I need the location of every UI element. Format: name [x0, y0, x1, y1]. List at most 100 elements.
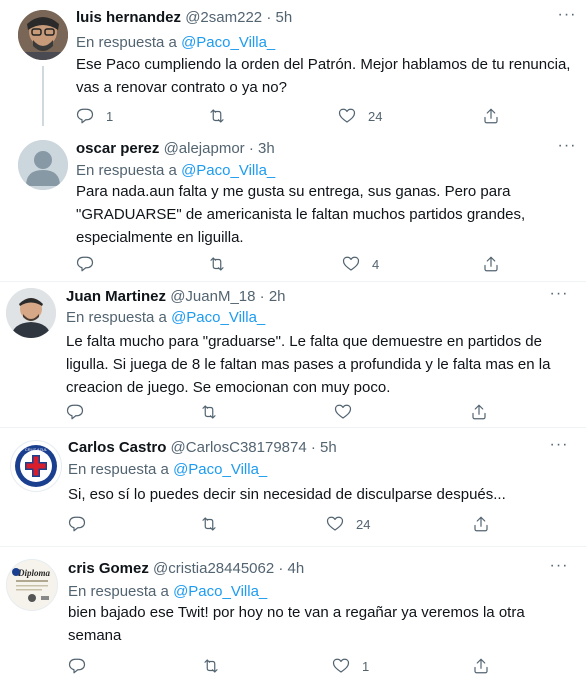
avatar[interactable]	[18, 140, 68, 190]
like-count: 24	[356, 516, 371, 532]
tweet-text: bien bajado ese Twit! por hoy no te van …	[68, 604, 525, 644]
share-icon	[474, 516, 488, 532]
tweet-header: Carlos Castro @CarlosC38179874 · 5h	[68, 438, 337, 458]
display-name[interactable]: cris Gomez	[68, 560, 149, 577]
reply-icon	[66, 404, 84, 420]
like-button[interactable]: 24	[326, 514, 370, 534]
retweet-button[interactable]	[208, 106, 238, 126]
more-icon[interactable]: ···	[557, 7, 577, 28]
thread-connector	[42, 66, 44, 126]
share-icon	[472, 404, 486, 420]
user-handle[interactable]: @alejapmor	[164, 140, 245, 157]
reply-mention-link[interactable]: @Paco_Villa_	[171, 309, 265, 326]
timestamp[interactable]: 5h	[275, 9, 292, 26]
avatar[interactable]	[18, 10, 68, 60]
reply-mention-link[interactable]: @Paco_Villa_	[181, 34, 275, 51]
reply-context: En respuesta a @Paco_Villa_	[68, 460, 267, 480]
reply-icon	[76, 108, 94, 124]
retweet-button[interactable]	[202, 656, 232, 676]
share-button[interactable]	[472, 514, 490, 534]
action-bar: 1	[68, 656, 498, 676]
share-button[interactable]	[482, 254, 500, 274]
display-name[interactable]: luis hernandez	[76, 9, 181, 26]
share-button[interactable]	[482, 106, 500, 126]
reply-button[interactable]	[66, 402, 96, 422]
separator-dot: ·	[259, 288, 265, 305]
action-bar: 4	[76, 254, 506, 274]
avatar[interactable]: Diploma	[6, 559, 58, 611]
retweet-button[interactable]	[200, 514, 230, 534]
reply-icon	[76, 256, 94, 272]
display-name[interactable]: Carlos Castro	[68, 439, 166, 456]
display-name[interactable]: oscar perez	[76, 140, 159, 157]
retweet-button[interactable]	[208, 254, 238, 274]
tweet-header: oscar perez @alejapmor · 3h	[76, 139, 275, 159]
user-handle[interactable]: @cristia28445062	[153, 560, 274, 577]
retweet-icon	[210, 257, 224, 271]
share-button[interactable]	[472, 656, 490, 676]
like-count: 1	[362, 658, 370, 674]
like-button[interactable]: 24	[338, 106, 382, 126]
reply-label: En respuesta a	[76, 34, 177, 51]
heart-icon	[342, 256, 360, 271]
reply-context: En respuesta a @Paco_Villa_	[68, 582, 267, 602]
heart-icon	[332, 658, 350, 673]
reply-mention-link[interactable]: @Paco_Villa_	[173, 461, 267, 478]
reply-label: En respuesta a	[68, 583, 169, 600]
share-button[interactable]	[470, 402, 488, 422]
more-icon[interactable]: ···	[549, 286, 569, 307]
action-bar: 1 24	[76, 106, 506, 126]
like-button[interactable]	[334, 402, 364, 422]
avatar-photo	[6, 288, 56, 338]
separator-dot: ·	[278, 560, 284, 577]
heart-icon	[338, 108, 356, 123]
reply-count: 1	[106, 108, 114, 124]
like-button[interactable]: 4	[342, 254, 379, 274]
reply-mention-link[interactable]: @Paco_Villa_	[173, 583, 267, 600]
reply-context: En respuesta a @Paco_Villa_	[66, 308, 265, 328]
like-count: 24	[368, 108, 383, 124]
diploma-avatar-icon: Diploma	[7, 560, 57, 610]
like-button[interactable]: 1	[332, 656, 369, 676]
tweet-3[interactable]: Juan Martinez @JuanM_18 · 2h ··· En resp…	[0, 282, 586, 428]
separator-dot: ·	[310, 439, 316, 456]
action-bar: 24	[68, 514, 498, 534]
reply-button[interactable]: 1	[76, 106, 113, 126]
more-icon[interactable]: ···	[549, 437, 569, 458]
tweet-text: Ese Paco cumpliendo la orden del Patrón.…	[76, 56, 571, 96]
timestamp[interactable]: 4h	[288, 560, 305, 577]
user-handle[interactable]: @CarlosC38179874	[171, 439, 307, 456]
reply-button[interactable]	[68, 656, 98, 676]
reply-button[interactable]	[76, 254, 106, 274]
more-icon[interactable]: ···	[557, 138, 577, 159]
retweet-icon	[202, 405, 216, 419]
retweet-button[interactable]	[200, 402, 230, 422]
user-handle[interactable]: @2sam222	[185, 9, 262, 26]
avatar[interactable]	[6, 288, 56, 338]
share-icon	[474, 658, 488, 674]
timestamp[interactable]: 5h	[320, 439, 337, 456]
tweet-header: cris Gomez @cristia28445062 · 4h	[68, 559, 304, 579]
heart-icon	[334, 404, 352, 419]
tweet-text: Si, eso sí lo puedes decir sin necesidad…	[68, 486, 506, 503]
tweet-1[interactable]: luis hernandez @2sam222 · 5h ··· En resp…	[0, 0, 586, 128]
reply-label: En respuesta a	[68, 461, 169, 478]
timestamp[interactable]: 2h	[269, 288, 286, 305]
display-name[interactable]: Juan Martinez	[66, 288, 166, 305]
tweet-4[interactable]: CRUZ AZUL Carlos Castro @CarlosC38179874…	[0, 428, 586, 546]
tweet-5[interactable]: Diploma cris Gomez @cristia28445062 · 4h…	[0, 547, 586, 688]
user-handle[interactable]: @JuanM_18	[170, 288, 255, 305]
tweet-header: luis hernandez @2sam222 · 5h	[76, 8, 292, 28]
reply-icon	[68, 658, 86, 674]
retweet-icon	[210, 109, 224, 123]
reply-button[interactable]	[68, 514, 98, 534]
heart-icon	[326, 516, 344, 531]
logo-text: CRUZ AZUL	[25, 447, 48, 452]
reply-mention-link[interactable]: @Paco_Villa_	[181, 162, 275, 179]
tweet-2[interactable]: oscar perez @alejapmor · 3h ··· En respu…	[0, 128, 586, 282]
default-avatar-icon	[18, 140, 68, 190]
more-icon[interactable]: ···	[549, 558, 569, 579]
avatar[interactable]: CRUZ AZUL	[10, 440, 62, 492]
tweet-text: Para nada.aun falta y me gusta su entreg…	[76, 183, 526, 246]
timestamp[interactable]: 3h	[258, 140, 275, 157]
